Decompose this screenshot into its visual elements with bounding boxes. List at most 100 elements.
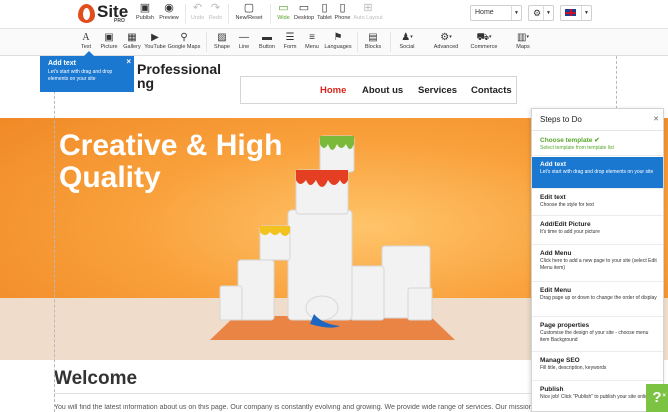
close-icon[interactable]: ×	[662, 382, 666, 410]
nav-item-home[interactable]: Home	[320, 85, 346, 96]
step-title: Add Menu	[540, 250, 572, 257]
commerce-tool[interactable]: ⛟▾ Commerce	[470, 31, 498, 54]
layout-guide-left	[54, 56, 55, 412]
step-manage-seo[interactable]: Manage SEO Fill title, description, keyw…	[532, 353, 663, 381]
new-reset-label: New/Reset	[235, 15, 263, 21]
step-add-edit-picture[interactable]: Add/Edit Picture It's time to add your p…	[532, 217, 663, 245]
step-desc: Select template from template list	[540, 145, 614, 151]
tablet-view-button[interactable]: ▯ Tablet	[316, 2, 333, 26]
gear-icon: ⚙	[533, 8, 542, 18]
preview-button[interactable]: ◉ Preview	[158, 2, 180, 26]
undo-button[interactable]: ↶ Undo	[190, 2, 205, 26]
tool-label: Blocks	[364, 44, 382, 50]
social-icon: ♟▾	[401, 32, 413, 43]
chevron-down-icon: ▼	[543, 6, 553, 20]
line-icon: —	[239, 32, 249, 43]
auto-layout-label: Auto Layout	[353, 15, 383, 21]
welcome-paragraph[interactable]: You will find the latest information abo…	[54, 404, 532, 411]
divider	[54, 393, 532, 394]
auto-layout-button[interactable]: ⊞ Auto Layout	[353, 2, 383, 26]
add-line-tool[interactable]: — Line	[236, 31, 252, 54]
tool-label: Advanced	[433, 44, 459, 50]
close-icon[interactable]: ×	[126, 57, 131, 66]
tool-label: Maps	[516, 44, 530, 50]
text-icon: A	[82, 32, 90, 43]
site-nav-menu[interactable]: Home About us Services Contacts	[240, 76, 517, 104]
step-title: Add text	[540, 161, 566, 168]
checkmark-icon: ✔	[594, 137, 600, 144]
blocks-icon: ▤	[368, 32, 378, 43]
step-publish[interactable]: Publish Nice job! Click "Publish" to pub…	[532, 382, 663, 411]
help-button[interactable]: ? ×	[646, 384, 668, 412]
step-page-properties[interactable]: Page properties Customise the design of …	[532, 318, 663, 352]
step-title: Choose template	[540, 137, 593, 144]
close-icon[interactable]: ✕	[653, 115, 659, 123]
step-desc: Customise the design of your site - choo…	[540, 330, 649, 343]
divider	[185, 4, 186, 24]
steps-header: Steps to Do ✕	[532, 109, 663, 131]
advanced-tool[interactable]: ⚙▾ Advanced	[432, 31, 460, 54]
tooltip-desc: Let's start with drag and drop elements …	[48, 69, 113, 82]
site-brand[interactable]: Professional ng	[137, 62, 221, 90]
brand-line-2: ng	[137, 75, 155, 91]
nav-item-services[interactable]: Services	[418, 85, 457, 96]
wide-monitor-icon: ▭	[278, 2, 289, 14]
step-add-menu[interactable]: Add Menu Click here to add a new page to…	[532, 246, 663, 282]
add-text-tooltip: × Add text Let's start with drag and dro…	[40, 51, 134, 92]
language-dropdown[interactable]: ▼	[560, 5, 592, 21]
add-menu-tool[interactable]: ≡ Menu	[302, 31, 322, 54]
welcome-heading[interactable]: Welcome	[54, 368, 137, 390]
add-blocks-tool[interactable]: ▤ Blocks	[362, 31, 384, 54]
add-google-maps-tool[interactable]: ⚲ Google Maps	[167, 31, 201, 54]
maps-tool[interactable]: ▥▾ Maps	[512, 31, 534, 54]
publish-label: Publish	[135, 15, 155, 21]
wide-view-button[interactable]: ▭ Wide	[276, 2, 291, 26]
step-title: Page properties	[540, 322, 590, 329]
add-languages-tool[interactable]: ⚑ Languages	[324, 31, 352, 54]
publish-button[interactable]: ▣ Publish	[135, 2, 155, 26]
gears-icon: ⚙▾	[440, 32, 452, 43]
step-choose-template[interactable]: Choose template ✔ Select template from t…	[532, 132, 663, 156]
add-youtube-tool[interactable]: ▶ YouTube	[144, 31, 166, 54]
step-title: Publish	[540, 386, 564, 393]
add-form-tool[interactable]: ☰ Form	[281, 31, 299, 54]
hero-title-line-2: Quality	[59, 161, 161, 194]
step-edit-text[interactable]: Edit text Choose the style for text	[532, 190, 663, 216]
tool-label: Menu	[305, 44, 319, 50]
nav-item-about[interactable]: About us	[362, 85, 403, 96]
divider	[270, 4, 271, 24]
map-pin-icon: ⚲	[180, 32, 188, 43]
desktop-view-button[interactable]: ▭ Desktop	[294, 2, 314, 26]
steps-title: Steps to Do	[540, 115, 582, 124]
new-reset-button[interactable]: ▢ New/Reset	[234, 2, 264, 26]
step-desc: Nice job! Click "Publish" to publish you…	[540, 394, 651, 400]
nav-item-contacts[interactable]: Contacts	[471, 85, 512, 96]
hero-title[interactable]: Creative & High Quality	[59, 130, 319, 194]
chevron-down-icon: ▼	[581, 6, 591, 20]
settings-dropdown[interactable]: ⚙ ▼	[528, 5, 554, 21]
picture-icon: ▣	[104, 32, 114, 43]
youtube-icon: ▶	[151, 32, 159, 43]
gallery-icon: ▦	[127, 32, 137, 43]
tool-label: Gallery	[123, 44, 141, 50]
redo-label: Redo	[208, 15, 223, 21]
redo-icon: ↷	[210, 2, 221, 14]
phone-view-button[interactable]: ▯ Phone	[334, 2, 351, 26]
add-shape-tool[interactable]: ▨ Shape	[212, 31, 232, 54]
social-tool[interactable]: ♟▾ Social	[396, 31, 418, 54]
add-gallery-tool[interactable]: ▦ Gallery	[121, 31, 143, 54]
add-picture-tool[interactable]: ▣ Picture	[99, 31, 119, 54]
tool-label: Shape	[214, 44, 230, 50]
step-desc: Click here to add a new page to your sit…	[540, 258, 657, 271]
step-add-text[interactable]: Add text Let's start with drag and drop …	[532, 157, 663, 189]
chevron-down-icon: ▼	[511, 6, 521, 20]
uk-flag-icon	[565, 9, 576, 16]
add-button-tool[interactable]: ▬ Button	[257, 31, 277, 54]
flag-icon: ⚑	[333, 32, 343, 43]
redo-button[interactable]: ↷ Redo	[208, 2, 223, 26]
tooltip-title: Add text	[48, 60, 76, 67]
step-edit-menu[interactable]: Edit Menu Drag page up or down to change…	[532, 283, 663, 317]
preview-label: Preview	[159, 15, 179, 21]
button-icon: ▬	[262, 32, 272, 43]
page-select[interactable]: Home ▼	[470, 5, 522, 21]
